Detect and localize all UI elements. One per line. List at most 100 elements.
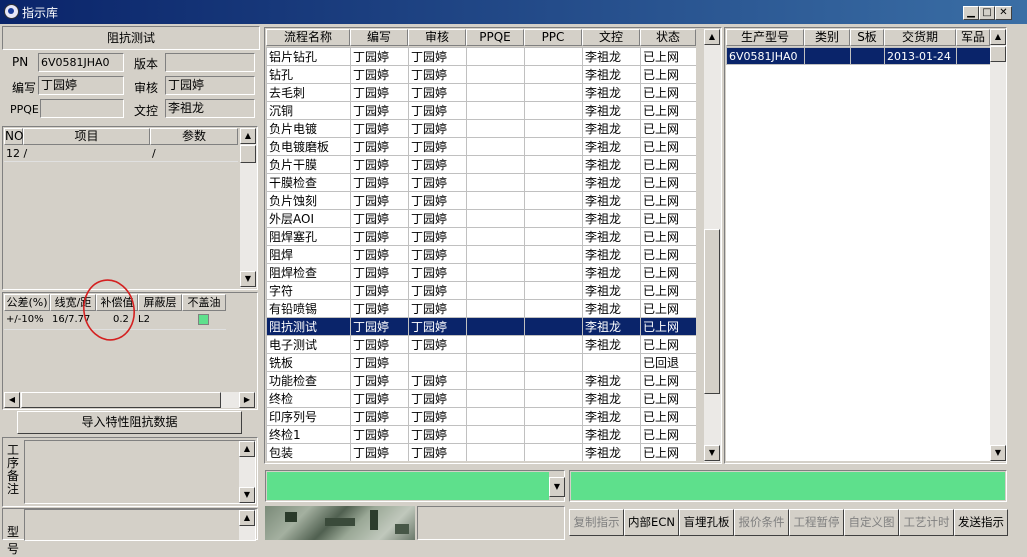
author-cell[interactable]: 丁园婷 [350,263,409,282]
status-cell[interactable]: 已回退 [640,353,696,372]
doc-control-cell[interactable]: 李祖龙 [582,83,641,102]
col-header-tolerance[interactable]: 公差(%) [4,294,50,311]
ppqe-cell[interactable] [466,263,525,282]
reviewer-cell[interactable]: 丁园婷 [408,317,467,336]
app-icon[interactable] [4,4,19,19]
col-header-no-ink[interactable]: 不盖油 [182,294,226,311]
production-model-cell[interactable]: 6V0581JHA0 [726,47,805,65]
blind-buried-button[interactable]: 盲埋孔板 [679,509,734,536]
item-param-cell[interactable]: / [152,147,156,160]
chevron-down-icon[interactable]: ▼ [549,477,565,497]
minimize-button[interactable]: ▁ [963,6,979,20]
doc-control-cell[interactable]: 李祖龙 [582,119,641,138]
process-name-cell[interactable]: 电子测试 [266,335,351,354]
status-cell[interactable]: 已上网 [640,443,696,461]
ppqe-cell[interactable] [466,209,525,228]
reviewer-cell[interactable]: 丁园婷 [408,389,467,408]
status-cell[interactable]: 已上网 [640,389,696,408]
scroll-right-icon[interactable]: ▶ [239,392,255,408]
doc-field[interactable]: 李祖龙 [165,99,255,118]
process-name-cell[interactable]: 铣板 [266,353,351,372]
ppqe-cell[interactable] [466,353,525,372]
doc-control-cell[interactable]: 李祖龙 [582,173,641,192]
scroll-up-icon[interactable]: ▲ [239,510,255,526]
ppqe-cell[interactable] [466,317,525,336]
doc-control-cell[interactable] [582,353,641,372]
col-header-no[interactable]: NO [4,128,23,145]
table-row[interactable]: 终检1 丁园婷 丁园婷 李祖龙 已上网 [266,425,696,444]
author-cell[interactable]: 丁园婷 [350,155,409,174]
reviewer-cell[interactable]: 丁园婷 [408,209,467,228]
ppc-cell[interactable] [524,227,583,246]
doc-control-cell[interactable]: 李祖龙 [582,47,641,66]
reviewer-cell[interactable]: 丁园婷 [408,227,467,246]
reviewer-cell[interactable]: 丁园婷 [408,281,467,300]
scroll-down-icon[interactable]: ▼ [239,487,255,503]
ppc-cell[interactable] [524,443,583,461]
col-header-ppc[interactable]: PPC [524,29,582,46]
doc-control-cell[interactable]: 李祖龙 [582,227,641,246]
doc-control-cell[interactable]: 李祖龙 [582,389,641,408]
status-cell[interactable]: 已上网 [640,155,696,174]
reviewer-cell[interactable]: 丁园婷 [408,245,467,264]
status-cell[interactable]: 已上网 [640,227,696,246]
reviewer-cell[interactable]: 丁园婷 [408,191,467,210]
status-cell[interactable]: 已上网 [640,371,696,390]
process-name-cell[interactable]: 阻焊塞孔 [266,227,351,246]
scroll-up-icon[interactable]: ▲ [239,441,255,457]
reviewer-cell[interactable]: 丁园婷 [408,371,467,390]
table-row[interactable]: 终检 丁园婷 丁园婷 李祖龙 已上网 [266,389,696,408]
ppqe-cell[interactable] [466,407,525,426]
internal-ecn-button[interactable]: 内部ECN [624,509,679,536]
table-row[interactable]: 电子测试 丁园婷 丁园婷 李祖龙 已上网 [266,335,696,354]
col-header-reviewer[interactable]: 审核 [408,29,466,46]
ppqe-cell[interactable] [466,371,525,390]
ppqe-cell[interactable] [466,47,525,66]
table-row[interactable]: 字符 丁园婷 丁园婷 李祖龙 已上网 [266,281,696,300]
process-name-cell[interactable]: 终检1 [266,425,351,444]
author-cell[interactable]: 丁园婷 [350,65,409,84]
author-field[interactable]: 丁园婷 [38,76,124,95]
doc-control-cell[interactable]: 李祖龙 [582,335,641,354]
ppc-cell[interactable] [524,65,583,84]
delivery-date-cell[interactable]: 2013-01-24 [884,47,957,65]
author-cell[interactable]: 丁园婷 [350,101,409,120]
doc-control-cell[interactable]: 李祖龙 [582,245,641,264]
ppc-cell[interactable] [524,389,583,408]
s-board-cell[interactable] [850,47,885,65]
quote-button[interactable]: 报价条件 [734,509,789,536]
col-header-doc-control[interactable]: 文控 [582,29,640,46]
tolerance-cell[interactable]: +/-10% [6,314,44,325]
scroll-down-icon[interactable]: ▼ [990,445,1006,461]
col-header-ppqe[interactable]: PPQE [466,29,524,46]
table-row[interactable]: 外层AOI 丁园婷 丁园婷 李祖龙 已上网 [266,209,696,228]
reviewer-cell[interactable] [408,353,467,372]
ppqe-cell[interactable] [466,119,525,138]
import-impedance-button[interactable]: 导入特性阻抗数据 [17,411,242,434]
author-cell[interactable]: 丁园婷 [350,281,409,300]
col-header-production-model[interactable]: 生产型号 [726,29,804,46]
status-cell[interactable]: 已上网 [640,65,696,84]
green-status-field[interactable] [569,470,1007,502]
pn-field[interactable]: 6V0581JHA0 [38,53,124,72]
process-name-cell[interactable]: 有铅喷锡 [266,299,351,318]
memo-scrollbar[interactable]: ▲ ▼ [239,441,255,503]
ppc-cell[interactable] [524,101,583,120]
ppc-cell[interactable] [524,281,583,300]
process-name-cell[interactable]: 终检 [266,389,351,408]
author-cell[interactable]: 丁园婷 [350,353,409,372]
author-cell[interactable]: 丁园婷 [350,137,409,156]
reviewer-cell[interactable]: 丁园婷 [408,335,467,354]
table-row[interactable]: 铝片钻孔 丁园婷 丁园婷 李祖龙 已上网 [266,47,696,66]
col-header-item[interactable]: 项目 [23,128,150,145]
status-cell[interactable]: 已上网 [640,101,696,120]
ppqe-cell[interactable] [466,425,525,444]
process-name-cell[interactable]: 去毛刺 [266,83,351,102]
ppqe-cell[interactable] [466,137,525,156]
ppqe-cell[interactable] [466,227,525,246]
ppqe-cell[interactable] [466,173,525,192]
process-timer-button[interactable]: 工艺计时 [899,509,954,536]
author-cell[interactable]: 丁园婷 [350,407,409,426]
status-cell[interactable]: 已上网 [640,83,696,102]
status-cell[interactable]: 已上网 [640,281,696,300]
